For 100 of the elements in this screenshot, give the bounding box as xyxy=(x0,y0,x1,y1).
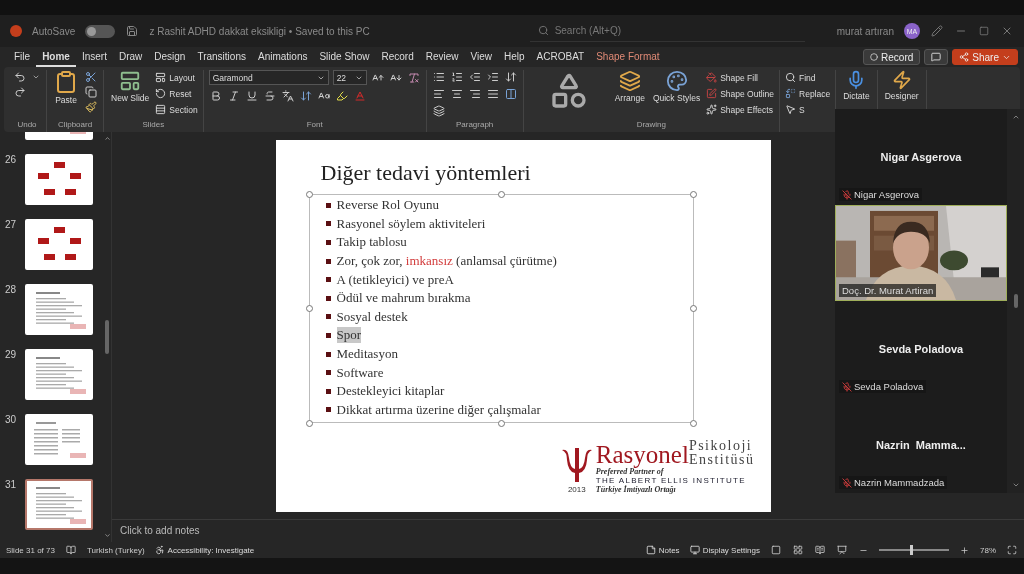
zoom-level[interactable]: 78% xyxy=(980,545,996,555)
ribbon-tab[interactable]: ACROBAT xyxy=(530,47,591,67)
notes-placeholder[interactable]: Click to add notes xyxy=(120,524,200,536)
slide-thumbnail[interactable] xyxy=(25,479,93,530)
bullet-text: Spor xyxy=(336,327,362,344)
ribbon-tab[interactable]: Insert xyxy=(75,47,113,67)
numbering-icon[interactable] xyxy=(449,70,464,84)
slide-number: 26 xyxy=(5,154,18,167)
reading-view-icon[interactable] xyxy=(814,544,826,556)
ribbon-tab[interactable]: Design xyxy=(148,47,192,67)
editing-button[interactable]: S xyxy=(785,102,831,117)
clear-formatting-icon[interactable] xyxy=(406,70,421,85)
font-name-field[interactable]: Garamond xyxy=(208,70,329,85)
ribbon-tab[interactable]: Draw xyxy=(112,47,149,67)
ribbon-tab[interactable]: Help xyxy=(498,47,531,67)
decrease-indent-icon[interactable] xyxy=(467,70,482,84)
resize-handle[interactable] xyxy=(689,420,697,427)
ribbon-tab[interactable]: View xyxy=(464,47,498,67)
monitor-icon xyxy=(689,545,700,555)
scroll-up-icon[interactable] xyxy=(102,134,112,143)
zoom-in-icon[interactable] xyxy=(959,544,970,556)
comments-button[interactable] xyxy=(924,49,949,65)
copy-icon[interactable] xyxy=(84,85,98,99)
fit-slide-icon[interactable] xyxy=(1006,544,1018,556)
share-button[interactable]: Share xyxy=(952,49,1018,65)
accessibility-button[interactable]: Accessibility: Investigate xyxy=(154,542,255,558)
slide-number: 30 xyxy=(5,414,18,427)
align-left-icon[interactable] xyxy=(431,87,446,101)
justify-icon[interactable] xyxy=(485,87,500,101)
layers-icon xyxy=(618,70,641,92)
ribbon-tab[interactable]: Record xyxy=(375,47,420,67)
scrollbar-thumb[interactable] xyxy=(1013,294,1018,308)
bullets-icon[interactable] xyxy=(431,70,446,84)
resize-handle[interactable] xyxy=(497,420,505,427)
resize-handle[interactable] xyxy=(689,191,697,198)
slide-option-button[interactable]: Reset xyxy=(155,86,198,101)
slide-option-button[interactable]: Layout xyxy=(155,70,198,85)
font-size-field[interactable]: 22 xyxy=(332,70,367,85)
resize-handle[interactable] xyxy=(305,191,313,198)
participant-tile[interactable]: Doç. Dr. Murat Artiran xyxy=(835,205,1007,301)
scrollbar-thumb[interactable] xyxy=(105,320,109,354)
paint-bucket-icon xyxy=(706,72,718,83)
increase-indent-icon[interactable] xyxy=(485,70,500,84)
ribbon-tab[interactable]: Review xyxy=(419,47,465,67)
scroll-down-icon[interactable] xyxy=(102,531,112,540)
display-settings-button[interactable]: Display Settings xyxy=(689,542,760,558)
slide-option-button[interactable]: Section xyxy=(155,102,198,117)
notes-button[interactable]: Notes xyxy=(645,542,680,558)
slide-number: 28 xyxy=(5,284,18,297)
file-name[interactable]: z Rashit ADHD dakkat eksikligi • Saved to this PC xyxy=(149,25,370,37)
spelling-icon[interactable] xyxy=(64,544,77,556)
language-label[interactable]: Turkish (Turkey) xyxy=(86,545,145,555)
bullet-text: Rasyonel söylem aktiviteleri xyxy=(336,215,486,232)
shape-format-button[interactable]: Shape Fill xyxy=(706,70,774,85)
autosave-label: AutoSave xyxy=(32,25,76,37)
pen-icon[interactable] xyxy=(930,24,944,38)
ribbon-tab[interactable]: File xyxy=(8,47,37,67)
align-right-icon[interactable] xyxy=(467,87,482,101)
save-icon[interactable] xyxy=(125,24,140,38)
columns-icon[interactable] xyxy=(503,87,518,101)
line-spacing-icon[interactable] xyxy=(503,70,518,84)
resize-handle[interactable] xyxy=(497,191,505,198)
resize-handle[interactable] xyxy=(689,305,697,312)
undo-icon[interactable] xyxy=(13,70,27,84)
ribbon-tab[interactable]: Shape Format xyxy=(590,47,666,67)
bullet-text: Zor, çok zor, imkansız (anlamsal çürütme) xyxy=(336,253,557,270)
editing-button[interactable]: Find xyxy=(785,70,831,85)
palette-icon xyxy=(665,70,688,92)
dictate-button[interactable]: Dictate xyxy=(841,70,872,102)
shape-format-button[interactable]: Shape Effects xyxy=(706,102,774,117)
ribbon-tab[interactable]: Transitions xyxy=(191,47,252,67)
new-slide-button[interactable]: New Slide xyxy=(109,70,152,104)
bullet-icon xyxy=(325,388,331,394)
arrange-button[interactable]: Arrange xyxy=(612,70,647,104)
participant-label: Nazrin Mammadzada xyxy=(839,476,948,489)
ribbon-tab[interactable]: Animations xyxy=(251,47,314,67)
slide-sorter-icon[interactable] xyxy=(792,544,804,556)
resize-handle[interactable] xyxy=(305,305,313,312)
participant-name: Sevda Poladova xyxy=(878,343,964,355)
designer-button[interactable]: Designer xyxy=(882,70,921,102)
highlighter-icon[interactable] xyxy=(334,89,349,103)
cut-icon[interactable] xyxy=(84,70,98,84)
paste-button[interactable]: Paste xyxy=(52,70,80,106)
resize-handle[interactable] xyxy=(305,420,313,427)
slide-number: 29 xyxy=(5,349,18,362)
quick-styles-button[interactable]: Quick Styles xyxy=(650,70,703,104)
record-button[interactable]: Record xyxy=(863,49,921,65)
autosave-toggle[interactable] xyxy=(85,24,116,38)
logo-line: Enstitüsü xyxy=(688,453,755,467)
ribbon-tab[interactable]: Slide Show xyxy=(313,47,376,67)
shape-format-button[interactable]: Shape Outline xyxy=(706,86,774,101)
section-icon xyxy=(155,104,167,115)
slide-title: Diğer tedavi yöntemleri xyxy=(319,160,532,186)
slideshow-icon[interactable] xyxy=(836,544,848,556)
align-center-icon[interactable] xyxy=(449,87,464,101)
search-field[interactable]: Search (Alt+Q) xyxy=(529,20,805,42)
editing-button[interactable]: Replace xyxy=(785,86,831,101)
normal-view-icon[interactable] xyxy=(770,544,782,556)
bullet-icon xyxy=(325,407,331,413)
format-painter-icon[interactable] xyxy=(84,100,98,114)
